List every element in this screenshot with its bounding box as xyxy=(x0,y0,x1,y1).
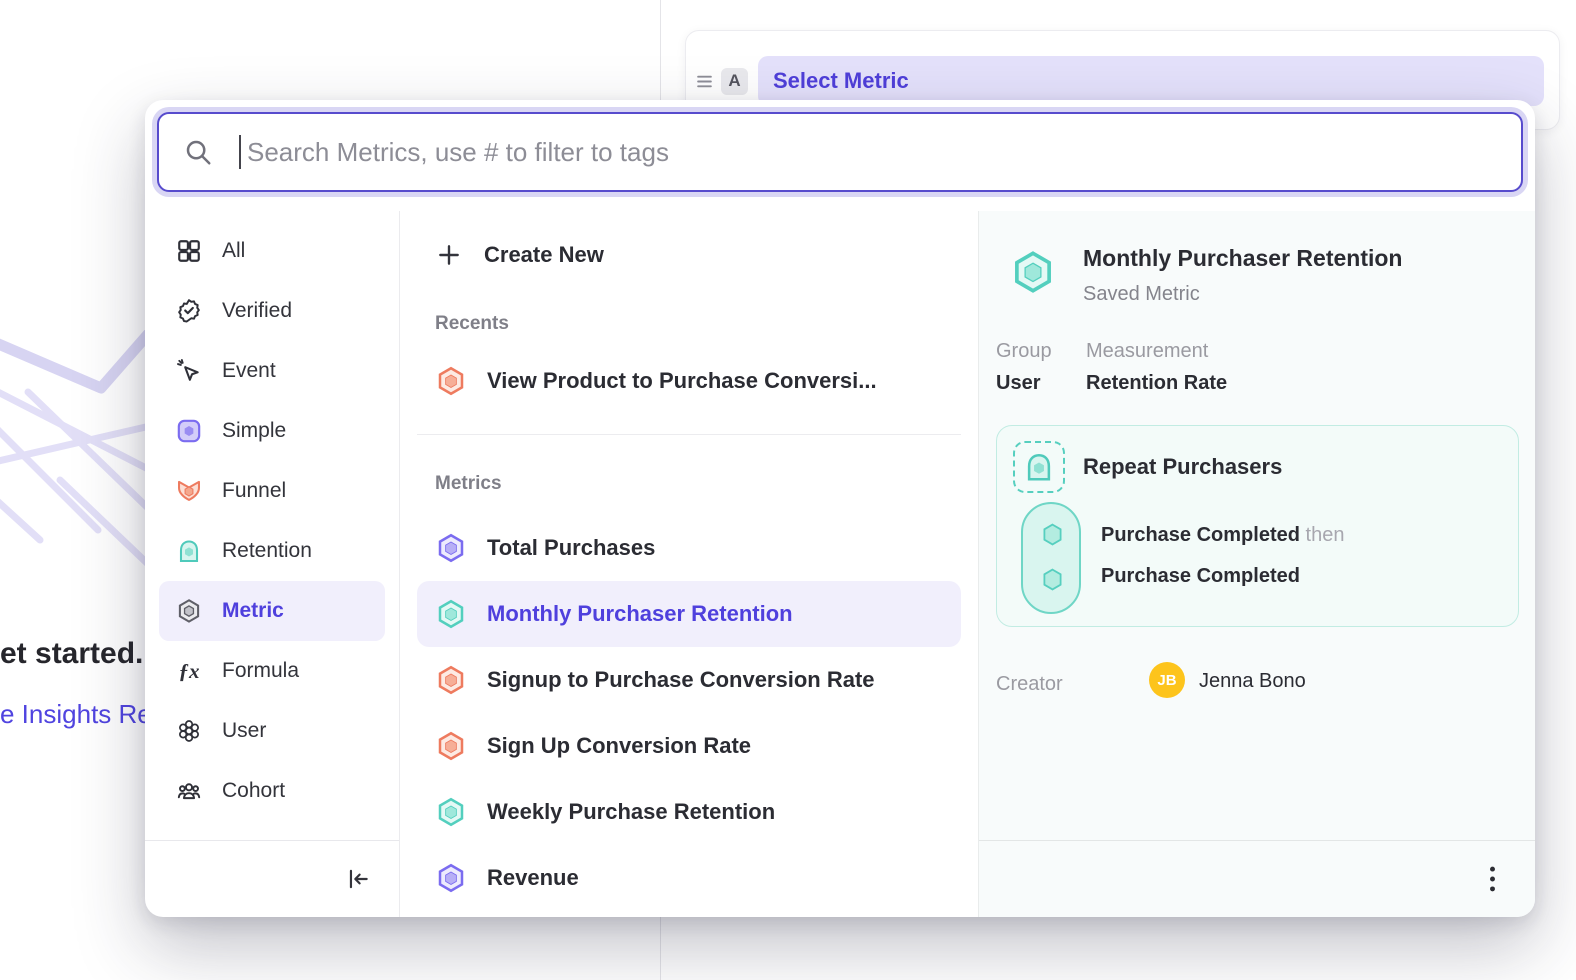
event-metric-hexagon-icon xyxy=(436,533,466,563)
event-sequence-capsule xyxy=(1021,502,1081,614)
more-options-kebab-icon[interactable] xyxy=(1489,865,1497,893)
detail-subtitle: Saved Metric xyxy=(1083,283,1200,306)
grid-icon xyxy=(176,238,202,264)
create-new-button[interactable]: Create New xyxy=(400,231,978,279)
verified-badge-icon xyxy=(176,298,202,324)
funnel-metric-hexagon-icon xyxy=(436,366,466,396)
cohort-people-icon xyxy=(176,778,202,804)
recent-metric-item[interactable]: View Product to Purchase Conversi... xyxy=(417,349,961,413)
filter-sidebar: All Verified Event Simple xyxy=(145,211,400,917)
sidebar-item-user[interactable]: User xyxy=(159,701,385,761)
measurement-value: Retention Rate xyxy=(1086,372,1227,395)
creator-avatar: JB xyxy=(1149,662,1185,698)
metric-item[interactable]: Weekly Purchase Retention xyxy=(417,779,961,845)
metric-item[interactable]: Revenue xyxy=(417,845,961,911)
metric-list-panel: Create New Recents View Product to Purch… xyxy=(400,211,978,917)
metric-item[interactable]: Sign Up Conversion Rate xyxy=(417,713,961,779)
sidebar-item-metric[interactable]: Metric xyxy=(159,581,385,641)
metric-query-row: A Select Metric xyxy=(696,56,1544,106)
measurement-label: Measurement xyxy=(1086,340,1208,363)
event-hexagon-icon xyxy=(1039,521,1066,548)
background-chart-illustration xyxy=(0,330,150,670)
sidebar-item-label: Event xyxy=(222,359,276,383)
event-hexagon-icon xyxy=(1039,566,1066,593)
metric-details-panel: Monthly Purchaser Retention Saved Metric… xyxy=(978,211,1535,917)
metric-picker-modal: All Verified Event Simple xyxy=(145,100,1535,917)
select-metric-button[interactable]: Select Metric xyxy=(758,56,1544,106)
metric-item[interactable]: Signup to Purchase Conversion Rate xyxy=(417,647,961,713)
sidebar-item-retention[interactable]: Retention xyxy=(159,521,385,581)
definition-step-1: Purchase Completed then xyxy=(1101,524,1344,547)
recents-section-header: Recents xyxy=(435,313,978,335)
sidebar-item-verified[interactable]: Verified xyxy=(159,281,385,341)
metric-item-selected[interactable]: Monthly Purchaser Retention xyxy=(417,581,961,647)
sidebar-item-label: User xyxy=(222,719,266,743)
funnel-metric-hexagon-icon xyxy=(436,731,466,761)
metrics-section-header: Metrics xyxy=(435,473,978,495)
group-value: User xyxy=(996,372,1040,395)
collapse-sidebar-icon[interactable] xyxy=(345,866,371,892)
user-cluster-icon xyxy=(176,718,202,744)
search-bar[interactable] xyxy=(157,112,1523,192)
retention-definition-icon xyxy=(1013,441,1065,493)
app-canvas: { "colors": { "accent_purple": "#4f40dd"… xyxy=(0,0,1576,980)
funnel-metric-hexagon-icon xyxy=(436,665,466,695)
sidebar-item-label: Funnel xyxy=(222,479,286,503)
step-connector: then xyxy=(1306,524,1345,546)
sidebar-item-simple[interactable]: Simple xyxy=(159,401,385,461)
plus-icon xyxy=(436,242,462,268)
sidebar-footer xyxy=(145,840,399,917)
details-footer xyxy=(979,840,1535,917)
formula-fx-icon: ƒx xyxy=(176,658,202,684)
metric-hexagon-icon xyxy=(176,598,202,624)
sidebar-item-label: Simple xyxy=(222,419,286,443)
group-label: Group xyxy=(996,340,1052,363)
definition-step-2: Purchase Completed xyxy=(1101,565,1300,588)
event-metric-hexagon-icon xyxy=(436,863,466,893)
sidebar-item-label: Verified xyxy=(222,299,292,323)
sidebar-item-label: Metric xyxy=(222,599,284,623)
list-divider xyxy=(417,434,961,435)
search-icon xyxy=(183,137,213,167)
retention-metric-hexagon-icon xyxy=(436,797,466,827)
funnel-hexagon-icon xyxy=(176,478,202,504)
drag-handle-icon[interactable] xyxy=(696,74,713,89)
definition-title: Repeat Purchasers xyxy=(1083,454,1282,480)
selected-metric-hexagon-icon xyxy=(1011,250,1055,294)
sidebar-item-label: All xyxy=(222,239,245,263)
background-heading-fragment: et started. xyxy=(0,637,143,671)
simple-square-hexagon-icon xyxy=(176,418,202,444)
creator-name: Jenna Bono xyxy=(1199,670,1306,693)
background-insights-link-fragment[interactable]: e Insights Re xyxy=(0,699,152,730)
sidebar-item-event[interactable]: Event xyxy=(159,341,385,401)
sidebar-item-all[interactable]: All xyxy=(159,221,385,281)
cursor-spark-icon xyxy=(176,358,202,384)
sidebar-item-label: Retention xyxy=(222,539,312,563)
sidebar-item-cohort[interactable]: Cohort xyxy=(159,761,385,821)
detail-title: Monthly Purchaser Retention xyxy=(1083,245,1402,272)
retention-arch-hexagon-icon xyxy=(176,538,202,564)
metric-item[interactable]: Total Purchases xyxy=(417,515,961,581)
sidebar-item-formula[interactable]: ƒx Formula xyxy=(159,641,385,701)
sidebar-item-funnel[interactable]: Funnel xyxy=(159,461,385,521)
sidebar-item-label: Cohort xyxy=(222,779,285,803)
metric-definition-card: Repeat Purchasers Purchase Completed the… xyxy=(996,425,1519,627)
sidebar-item-label: Formula xyxy=(222,659,299,683)
search-input[interactable] xyxy=(241,114,1521,190)
retention-metric-hexagon-icon xyxy=(436,599,466,629)
row-letter-badge[interactable]: A xyxy=(721,68,748,95)
creator-label: Creator xyxy=(996,673,1063,696)
